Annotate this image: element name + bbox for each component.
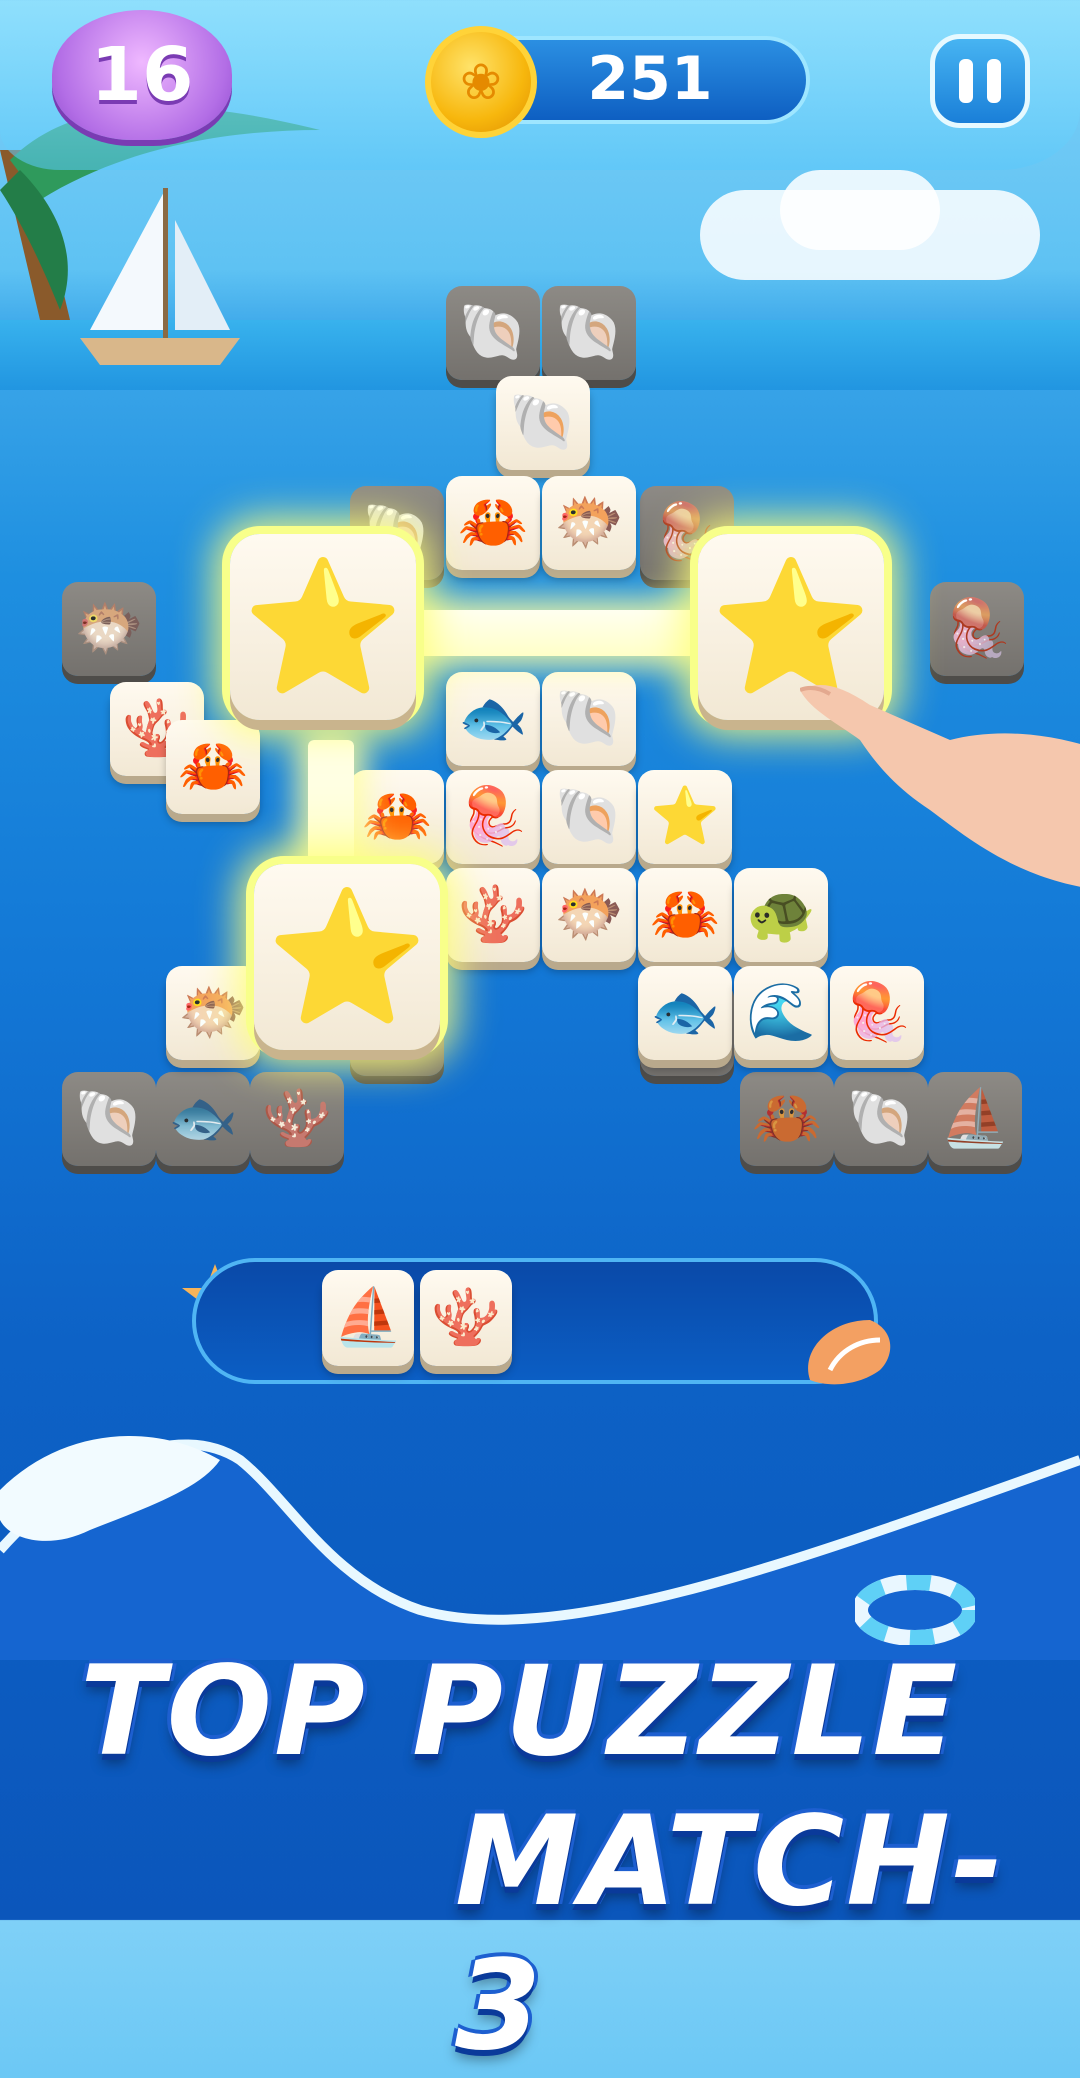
pufferfish-tile[interactable]: 🐡 bbox=[166, 966, 260, 1060]
pufferfish-tile: 🐡 bbox=[62, 582, 156, 676]
swim-ring-decoration bbox=[855, 1575, 975, 1645]
coral-icon: 🪸 bbox=[262, 1086, 332, 1151]
wave-tile[interactable]: 🌊 bbox=[734, 966, 828, 1060]
tile-tray bbox=[192, 1258, 878, 1384]
conch-tile[interactable]: 🐚 bbox=[542, 770, 636, 864]
crab-icon: 🦀 bbox=[752, 1086, 822, 1151]
shell-icon: 🐚 bbox=[508, 390, 578, 455]
crab-icon: 🦀 bbox=[362, 784, 432, 849]
crab-tile: 🦀 bbox=[740, 1072, 834, 1166]
fish-icon: 🐟 bbox=[650, 980, 720, 1045]
pufferfish-icon: 🐡 bbox=[74, 596, 144, 661]
pufferfish-icon: 🐡 bbox=[178, 980, 248, 1045]
coral-icon: 🪸 bbox=[431, 1285, 501, 1350]
starfish-icon: ⭐ bbox=[242, 551, 404, 703]
pointing-hand-icon bbox=[800, 685, 1080, 887]
shell-tile[interactable]: 🐚 bbox=[496, 376, 590, 470]
crab-icon: 🦀 bbox=[650, 882, 720, 947]
turtle-icon: 🐢 bbox=[746, 882, 816, 947]
promo-title-line-1: TOP PUZZLE bbox=[80, 1640, 960, 1784]
conch-tile: 🐚 bbox=[834, 1072, 928, 1166]
tray-coral-tile[interactable]: 🪸 bbox=[420, 1270, 512, 1366]
jellyfish-tile: 🪼 bbox=[930, 582, 1024, 676]
crab-tile[interactable]: 🦀 bbox=[638, 868, 732, 962]
shell-tile: 🐚 bbox=[542, 286, 636, 380]
promo-title-line-2: MATCH-3 bbox=[455, 1790, 1006, 2078]
conch-icon: 🐚 bbox=[846, 1086, 916, 1151]
crab-icon: 🦀 bbox=[458, 490, 528, 555]
sailboat-icon: ⛵ bbox=[333, 1285, 403, 1350]
crab-tile[interactable]: 🦀 bbox=[446, 476, 540, 570]
crab-tile[interactable]: 🦀 bbox=[166, 720, 260, 814]
sailboat-tile: ⛵ bbox=[928, 1072, 1022, 1166]
coral-icon: 🪸 bbox=[458, 882, 528, 947]
shell-icon: 🐚 bbox=[554, 300, 624, 365]
conch-icon: 🐚 bbox=[74, 1086, 144, 1151]
starfish-icon: ⭐ bbox=[650, 784, 720, 849]
starfish-tile[interactable]: ⭐ bbox=[254, 864, 440, 1050]
pufferfish-icon: 🐡 bbox=[554, 490, 624, 555]
sailboat-icon: ⛵ bbox=[940, 1086, 1010, 1151]
match-path-line bbox=[410, 610, 700, 656]
starfish-tile[interactable]: ⭐ bbox=[638, 770, 732, 864]
conch-tile: 🐚 bbox=[62, 1072, 156, 1166]
jellyfish-icon: 🪼 bbox=[458, 784, 528, 849]
fish-tile[interactable]: 🐟 bbox=[446, 672, 540, 766]
fish-tile: 🐟 bbox=[156, 1072, 250, 1166]
conch-shell-decoration bbox=[808, 1320, 891, 1385]
starfish-tile[interactable]: ⭐ bbox=[230, 534, 416, 720]
match-path-line bbox=[308, 740, 354, 870]
starfish-icon: ⭐ bbox=[266, 881, 428, 1033]
pufferfish-tile[interactable]: 🐡 bbox=[542, 868, 636, 962]
crab-icon: 🦀 bbox=[178, 734, 248, 799]
fish-icon: 🐟 bbox=[168, 1086, 238, 1151]
shell-tile: 🐚 bbox=[446, 286, 540, 380]
pufferfish-icon: 🐡 bbox=[554, 882, 624, 947]
fish-tile[interactable]: 🐟 bbox=[638, 966, 732, 1060]
shell-tile[interactable]: 🐚 bbox=[542, 672, 636, 766]
jellyfish-icon: 🪼 bbox=[842, 980, 912, 1045]
coral-tile: 🪸 bbox=[250, 1072, 344, 1166]
jellyfish-icon: 🪼 bbox=[942, 596, 1012, 661]
coral-tile[interactable]: 🪸 bbox=[446, 868, 540, 962]
tray-sailboat-tile[interactable]: ⛵ bbox=[322, 1270, 414, 1366]
starfish-icon: ⭐ bbox=[710, 551, 872, 703]
jellyfish-tile[interactable]: 🪼 bbox=[446, 770, 540, 864]
pufferfish-tile[interactable]: 🐡 bbox=[542, 476, 636, 570]
fish-icon: 🐟 bbox=[458, 686, 528, 751]
jellyfish-tile[interactable]: 🪼 bbox=[830, 966, 924, 1060]
shell-icon: 🐚 bbox=[458, 300, 528, 365]
shell-icon: 🐚 bbox=[554, 686, 624, 751]
conch-icon: 🐚 bbox=[554, 784, 624, 849]
wave-icon: 🌊 bbox=[746, 980, 816, 1045]
crab-tile[interactable]: 🦀 bbox=[350, 770, 444, 864]
